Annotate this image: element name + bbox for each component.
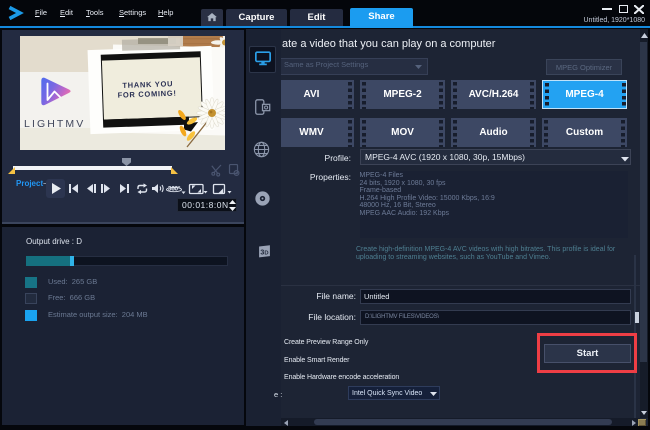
svg-text:3D: 3D bbox=[260, 248, 268, 256]
svg-text:LIGHTMV: LIGHTMV bbox=[24, 118, 85, 130]
